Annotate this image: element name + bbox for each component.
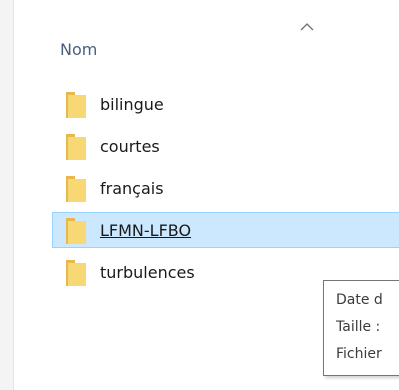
file-list-item-lfmn-lfbo[interactable]: LFMN-LFBO bbox=[52, 212, 399, 248]
column-header-name[interactable]: Nom bbox=[60, 38, 97, 62]
tooltip-size-line: Taille : bbox=[336, 319, 381, 335]
folder-icon bbox=[66, 260, 86, 286]
navigation-pane-edge bbox=[0, 0, 14, 390]
folder-icon bbox=[66, 218, 86, 244]
folder-icon bbox=[66, 176, 86, 202]
file-list-item-label: turbulences bbox=[100, 263, 195, 282]
file-list-item-label: français bbox=[100, 179, 164, 198]
tooltip-date-line: Date d bbox=[336, 292, 383, 308]
file-list-item-label: bilingue bbox=[100, 95, 164, 114]
file-explorer-pane: Nom bilingue courtes français LFMN-LFBO … bbox=[0, 0, 399, 390]
file-list-item-courtes[interactable]: courtes bbox=[52, 128, 399, 164]
file-list-item-label: courtes bbox=[100, 137, 160, 156]
file-info-tooltip: Date d Taille : Fichier bbox=[323, 280, 399, 376]
file-list-item-bilingue[interactable]: bilingue bbox=[52, 86, 399, 122]
tooltip-files-line: Fichier bbox=[336, 346, 382, 362]
chevron-up-icon[interactable] bbox=[300, 22, 314, 32]
file-list-item-label: LFMN-LFBO bbox=[100, 221, 192, 240]
folder-icon bbox=[66, 92, 86, 118]
file-list-item-francais[interactable]: français bbox=[52, 170, 399, 206]
folder-icon bbox=[66, 134, 86, 160]
